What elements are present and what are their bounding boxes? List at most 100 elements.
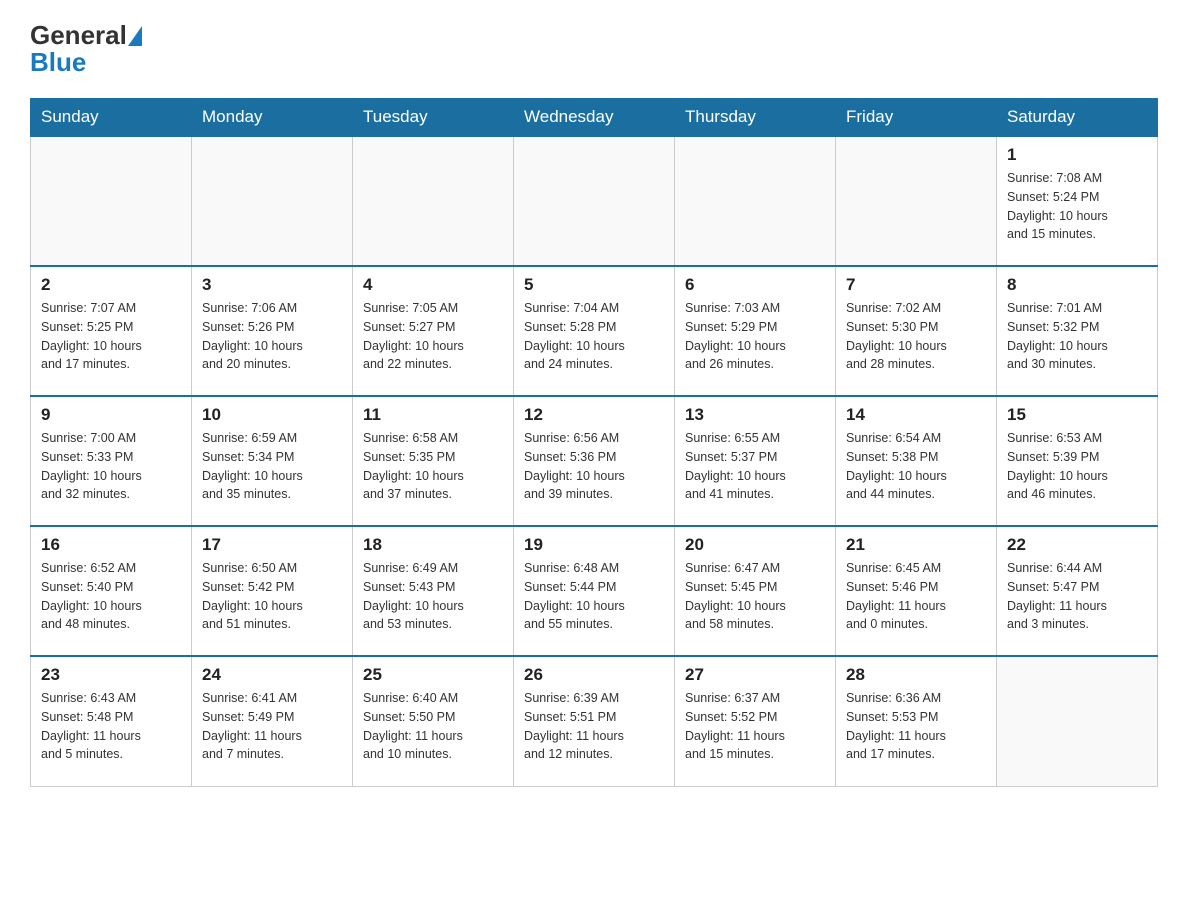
day-number: 6 bbox=[685, 275, 825, 295]
calendar-cell: 8 Sunrise: 7:01 AMSunset: 5:32 PMDaylight… bbox=[997, 266, 1158, 396]
week-row-3: 9 Sunrise: 7:00 AMSunset: 5:33 PMDaylight… bbox=[31, 396, 1158, 526]
calendar-cell: 23 Sunrise: 6:43 AMSunset: 5:48 PMDayligh… bbox=[31, 656, 192, 786]
calendar-cell: 5 Sunrise: 7:04 AMSunset: 5:28 PMDaylight… bbox=[514, 266, 675, 396]
day-number: 1 bbox=[1007, 145, 1147, 165]
calendar-cell: 10 Sunrise: 6:59 AMSunset: 5:34 PMDayligh… bbox=[192, 396, 353, 526]
day-info: Sunrise: 7:02 AMSunset: 5:30 PMDaylight:… bbox=[846, 299, 986, 374]
day-header-tuesday: Tuesday bbox=[353, 99, 514, 137]
day-info: Sunrise: 6:48 AMSunset: 5:44 PMDaylight:… bbox=[524, 559, 664, 634]
calendar-cell: 2 Sunrise: 7:07 AMSunset: 5:25 PMDaylight… bbox=[31, 266, 192, 396]
calendar-cell: 9 Sunrise: 7:00 AMSunset: 5:33 PMDaylight… bbox=[31, 396, 192, 526]
calendar-cell: 20Sunrise: 6:47 AMSunset: 5:45 PMDayligh… bbox=[675, 526, 836, 656]
calendar-cell: 18 Sunrise: 6:49 AMSunset: 5:43 PMDayligh… bbox=[353, 526, 514, 656]
day-number: 24 bbox=[202, 665, 342, 685]
day-number: 15 bbox=[1007, 405, 1147, 425]
day-info: Sunrise: 6:45 AMSunset: 5:46 PMDaylight:… bbox=[846, 559, 986, 634]
calendar-cell: 19 Sunrise: 6:48 AMSunset: 5:44 PMDayligh… bbox=[514, 526, 675, 656]
calendar-cell: 1 Sunrise: 7:08 AMSunset: 5:24 PMDaylight… bbox=[997, 136, 1158, 266]
day-number: 18 bbox=[363, 535, 503, 555]
day-number: 7 bbox=[846, 275, 986, 295]
calendar-cell: 12 Sunrise: 6:56 AMSunset: 5:36 PMDayligh… bbox=[514, 396, 675, 526]
day-number: 26 bbox=[524, 665, 664, 685]
calendar-cell: 24 Sunrise: 6:41 AMSunset: 5:49 PMDayligh… bbox=[192, 656, 353, 786]
day-info: Sunrise: 7:04 AMSunset: 5:28 PMDaylight:… bbox=[524, 299, 664, 374]
calendar-cell: 25 Sunrise: 6:40 AMSunset: 5:50 PMDayligh… bbox=[353, 656, 514, 786]
day-info: Sunrise: 6:56 AMSunset: 5:36 PMDaylight:… bbox=[524, 429, 664, 504]
day-number: 8 bbox=[1007, 275, 1147, 295]
day-number: 27 bbox=[685, 665, 825, 685]
page-header: General Blue bbox=[30, 20, 1158, 78]
day-info: Sunrise: 6:36 AMSunset: 5:53 PMDaylight:… bbox=[846, 689, 986, 764]
calendar-cell: 15 Sunrise: 6:53 AMSunset: 5:39 PMDayligh… bbox=[997, 396, 1158, 526]
calendar-cell: 3 Sunrise: 7:06 AMSunset: 5:26 PMDaylight… bbox=[192, 266, 353, 396]
logo-blue-text: Blue bbox=[30, 47, 86, 77]
day-info: Sunrise: 7:06 AMSunset: 5:26 PMDaylight:… bbox=[202, 299, 342, 374]
day-number: 28 bbox=[846, 665, 986, 685]
day-number: 25 bbox=[363, 665, 503, 685]
calendar-cell: 22Sunrise: 6:44 AMSunset: 5:47 PMDayligh… bbox=[997, 526, 1158, 656]
day-number: 12 bbox=[524, 405, 664, 425]
calendar-cell: 16 Sunrise: 6:52 AMSunset: 5:40 PMDayligh… bbox=[31, 526, 192, 656]
day-info: Sunrise: 7:08 AMSunset: 5:24 PMDaylight:… bbox=[1007, 169, 1147, 244]
calendar-cell bbox=[514, 136, 675, 266]
day-header-thursday: Thursday bbox=[675, 99, 836, 137]
calendar-cell bbox=[31, 136, 192, 266]
day-number: 20 bbox=[685, 535, 825, 555]
week-row-1: 1 Sunrise: 7:08 AMSunset: 5:24 PMDaylight… bbox=[31, 136, 1158, 266]
day-info: Sunrise: 6:59 AMSunset: 5:34 PMDaylight:… bbox=[202, 429, 342, 504]
day-info: Sunrise: 6:37 AMSunset: 5:52 PMDaylight:… bbox=[685, 689, 825, 764]
calendar-cell bbox=[353, 136, 514, 266]
day-number: 17 bbox=[202, 535, 342, 555]
day-number: 23 bbox=[41, 665, 181, 685]
day-info: Sunrise: 6:40 AMSunset: 5:50 PMDaylight:… bbox=[363, 689, 503, 764]
day-number: 10 bbox=[202, 405, 342, 425]
day-info: Sunrise: 7:01 AMSunset: 5:32 PMDaylight:… bbox=[1007, 299, 1147, 374]
day-info: Sunrise: 6:54 AMSunset: 5:38 PMDaylight:… bbox=[846, 429, 986, 504]
calendar-cell: 6 Sunrise: 7:03 AMSunset: 5:29 PMDaylight… bbox=[675, 266, 836, 396]
day-number: 9 bbox=[41, 405, 181, 425]
day-header-monday: Monday bbox=[192, 99, 353, 137]
day-header-sunday: Sunday bbox=[31, 99, 192, 137]
calendar-cell bbox=[675, 136, 836, 266]
day-number: 19 bbox=[524, 535, 664, 555]
calendar-cell: 13Sunrise: 6:55 AMSunset: 5:37 PMDayligh… bbox=[675, 396, 836, 526]
day-info: Sunrise: 7:07 AMSunset: 5:25 PMDaylight:… bbox=[41, 299, 181, 374]
calendar-header-row: SundayMondayTuesdayWednesdayThursdayFrid… bbox=[31, 99, 1158, 137]
day-header-friday: Friday bbox=[836, 99, 997, 137]
calendar-cell: 26 Sunrise: 6:39 AMSunset: 5:51 PMDayligh… bbox=[514, 656, 675, 786]
calendar-cell: 4 Sunrise: 7:05 AMSunset: 5:27 PMDaylight… bbox=[353, 266, 514, 396]
day-info: Sunrise: 6:43 AMSunset: 5:48 PMDaylight:… bbox=[41, 689, 181, 764]
day-info: Sunrise: 6:53 AMSunset: 5:39 PMDaylight:… bbox=[1007, 429, 1147, 504]
week-row-5: 23 Sunrise: 6:43 AMSunset: 5:48 PMDayligh… bbox=[31, 656, 1158, 786]
day-number: 21 bbox=[846, 535, 986, 555]
day-number: 2 bbox=[41, 275, 181, 295]
week-row-4: 16 Sunrise: 6:52 AMSunset: 5:40 PMDayligh… bbox=[31, 526, 1158, 656]
calendar-cell: 21 Sunrise: 6:45 AMSunset: 5:46 PMDayligh… bbox=[836, 526, 997, 656]
calendar-cell: 27 Sunrise: 6:37 AMSunset: 5:52 PMDayligh… bbox=[675, 656, 836, 786]
week-row-2: 2 Sunrise: 7:07 AMSunset: 5:25 PMDaylight… bbox=[31, 266, 1158, 396]
day-info: Sunrise: 7:03 AMSunset: 5:29 PMDaylight:… bbox=[685, 299, 825, 374]
calendar-cell: 7 Sunrise: 7:02 AMSunset: 5:30 PMDaylight… bbox=[836, 266, 997, 396]
calendar-cell: 14Sunrise: 6:54 AMSunset: 5:38 PMDayligh… bbox=[836, 396, 997, 526]
day-info: Sunrise: 7:05 AMSunset: 5:27 PMDaylight:… bbox=[363, 299, 503, 374]
calendar-cell bbox=[192, 136, 353, 266]
day-number: 5 bbox=[524, 275, 664, 295]
day-header-saturday: Saturday bbox=[997, 99, 1158, 137]
day-info: Sunrise: 6:52 AMSunset: 5:40 PMDaylight:… bbox=[41, 559, 181, 634]
day-number: 3 bbox=[202, 275, 342, 295]
day-info: Sunrise: 6:39 AMSunset: 5:51 PMDaylight:… bbox=[524, 689, 664, 764]
calendar-cell bbox=[836, 136, 997, 266]
day-info: Sunrise: 6:41 AMSunset: 5:49 PMDaylight:… bbox=[202, 689, 342, 764]
calendar-table: SundayMondayTuesdayWednesdayThursdayFrid… bbox=[30, 98, 1158, 787]
calendar-cell: 11Sunrise: 6:58 AMSunset: 5:35 PMDayligh… bbox=[353, 396, 514, 526]
day-number: 16 bbox=[41, 535, 181, 555]
calendar-cell: 28 Sunrise: 6:36 AMSunset: 5:53 PMDayligh… bbox=[836, 656, 997, 786]
day-number: 4 bbox=[363, 275, 503, 295]
day-info: Sunrise: 6:49 AMSunset: 5:43 PMDaylight:… bbox=[363, 559, 503, 634]
day-info: Sunrise: 7:00 AMSunset: 5:33 PMDaylight:… bbox=[41, 429, 181, 504]
day-number: 11 bbox=[363, 405, 503, 425]
day-number: 13 bbox=[685, 405, 825, 425]
day-number: 22 bbox=[1007, 535, 1147, 555]
calendar-cell bbox=[997, 656, 1158, 786]
logo-triangle-icon bbox=[128, 26, 142, 46]
